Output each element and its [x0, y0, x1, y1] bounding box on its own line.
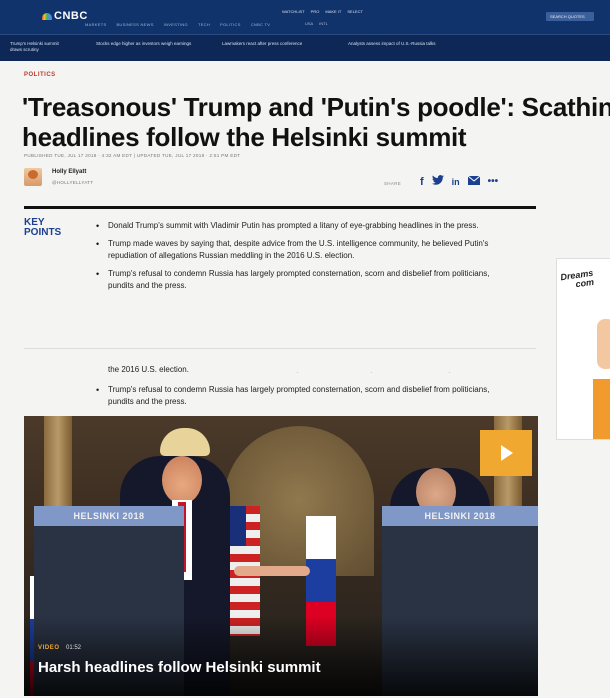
key-points-divider: [24, 206, 536, 209]
separator-dot: ·: [296, 368, 299, 377]
search-placeholder: SEARCH QUOTES: [550, 14, 585, 19]
ticker-item[interactable]: Trump's Helsinki summit draws scrutiny: [10, 41, 70, 53]
article-dateline: PUBLISHED TUE, JUL 17 2018 · 4:32 AM EDT…: [24, 153, 241, 158]
peacock-icon: [42, 12, 52, 20]
search-quotes-input[interactable]: SEARCH QUOTES: [546, 12, 594, 21]
nav-business-news[interactable]: BUSINESS NEWS: [116, 22, 153, 27]
author-name[interactable]: Holly Ellyatt: [52, 169, 86, 175]
headline-line-2: headlines follow the Helsinki summit: [22, 122, 467, 152]
video-caption-overlay: [24, 616, 538, 696]
share-icons: f in •••: [420, 175, 498, 188]
left-speaker-hair: [160, 428, 210, 456]
edition-usa[interactable]: USA: [305, 21, 313, 26]
video-duration: 01:52: [66, 645, 82, 651]
right-rail-ad[interactable]: Dreams com: [556, 258, 610, 440]
podium-label: HELSINKI 2018: [73, 511, 145, 521]
nav-tech[interactable]: TECH: [198, 22, 210, 27]
edition-switch: USA INTL: [305, 21, 328, 26]
video-tag: VIDEO: [38, 645, 60, 651]
play-button[interactable]: [480, 430, 532, 476]
more-icon[interactable]: •••: [488, 176, 499, 188]
separator-dot: ·: [370, 368, 373, 377]
share-label: SHARE: [384, 181, 402, 186]
key-point: Trump's refusal to condemn Russia has la…: [96, 384, 516, 408]
ticker-item[interactable]: Lawmakers react after press conference: [222, 41, 332, 47]
ad-headline: Dreams com: [560, 268, 595, 291]
left-speaker-head: [162, 456, 202, 504]
utility-nav: WATCHLIST PRO MAKE IT SELECT: [282, 9, 363, 14]
author-avatar[interactable]: [24, 168, 42, 186]
nav-pro[interactable]: PRO: [311, 9, 320, 14]
email-icon[interactable]: [467, 175, 480, 188]
headline-ticker: Trump's Helsinki summit draws scrutiny S…: [0, 34, 610, 61]
section-divider: [24, 348, 536, 349]
nav-markets[interactable]: MARKETS: [85, 22, 106, 27]
separator-dot: ·: [448, 368, 451, 377]
nav-select[interactable]: SELECT: [347, 9, 363, 14]
nav-cnbc-tv[interactable]: CNBC TV: [251, 22, 271, 27]
linkedin-icon[interactable]: in: [452, 176, 460, 188]
video-player[interactable]: HELSINKI 2018 HELSINKI 2018 VIDEO 01:52 …: [24, 416, 538, 696]
video-title[interactable]: Harsh headlines follow Helsinki summit: [38, 659, 321, 676]
logo-text: CNBC: [54, 10, 88, 22]
key-points-repeat: the 2016 U.S. election. Trump's refusal …: [96, 364, 516, 408]
headline-line-1: 'Treasonous' Trump and 'Putin's poodle':…: [22, 92, 610, 122]
article-headline: 'Treasonous' Trump and 'Putin's poodle':…: [22, 92, 610, 152]
ad-orange-shape: [593, 379, 610, 439]
top-navigation-bar: CNBC MARKETS BUSINESS NEWS INVESTING TEC…: [0, 0, 610, 34]
facebook-icon[interactable]: f: [420, 176, 424, 188]
author-handle[interactable]: @HOLLYELLYATT: [52, 180, 93, 185]
key-points-title: KEY POINTS: [24, 217, 62, 238]
podium-label: HELSINKI 2018: [424, 511, 496, 521]
ad-figure: [597, 319, 610, 369]
key-point: Donald Trump's summit with Vladimir Puti…: [96, 220, 516, 232]
ticker-item[interactable]: Analysts assess impact of U.S.-Russia ta…: [348, 41, 458, 47]
twitter-icon[interactable]: [431, 175, 444, 188]
handshake: [234, 566, 310, 576]
repeat-line: the 2016 U.S. election.: [108, 365, 189, 374]
key-point: Trump made waves by saying that, despite…: [96, 238, 516, 262]
nav-make-it[interactable]: MAKE IT: [325, 9, 341, 14]
edition-intl[interactable]: INTL: [319, 21, 328, 26]
key-points-list: Donald Trump's summit with Vladimir Puti…: [96, 220, 516, 298]
main-nav: MARKETS BUSINESS NEWS INVESTING TECH POL…: [85, 22, 270, 27]
cnbc-logo[interactable]: CNBC: [42, 10, 88, 22]
nav-investing[interactable]: INVESTING: [164, 22, 188, 27]
nav-politics[interactable]: POLITICS: [220, 22, 241, 27]
key-point: Trump's refusal to condemn Russia has la…: [96, 268, 516, 292]
section-tag[interactable]: POLITICS: [24, 72, 56, 78]
ticker-item[interactable]: Stocks edge higher as investors weigh ea…: [96, 41, 206, 47]
nav-watchlist[interactable]: WATCHLIST: [282, 9, 305, 14]
